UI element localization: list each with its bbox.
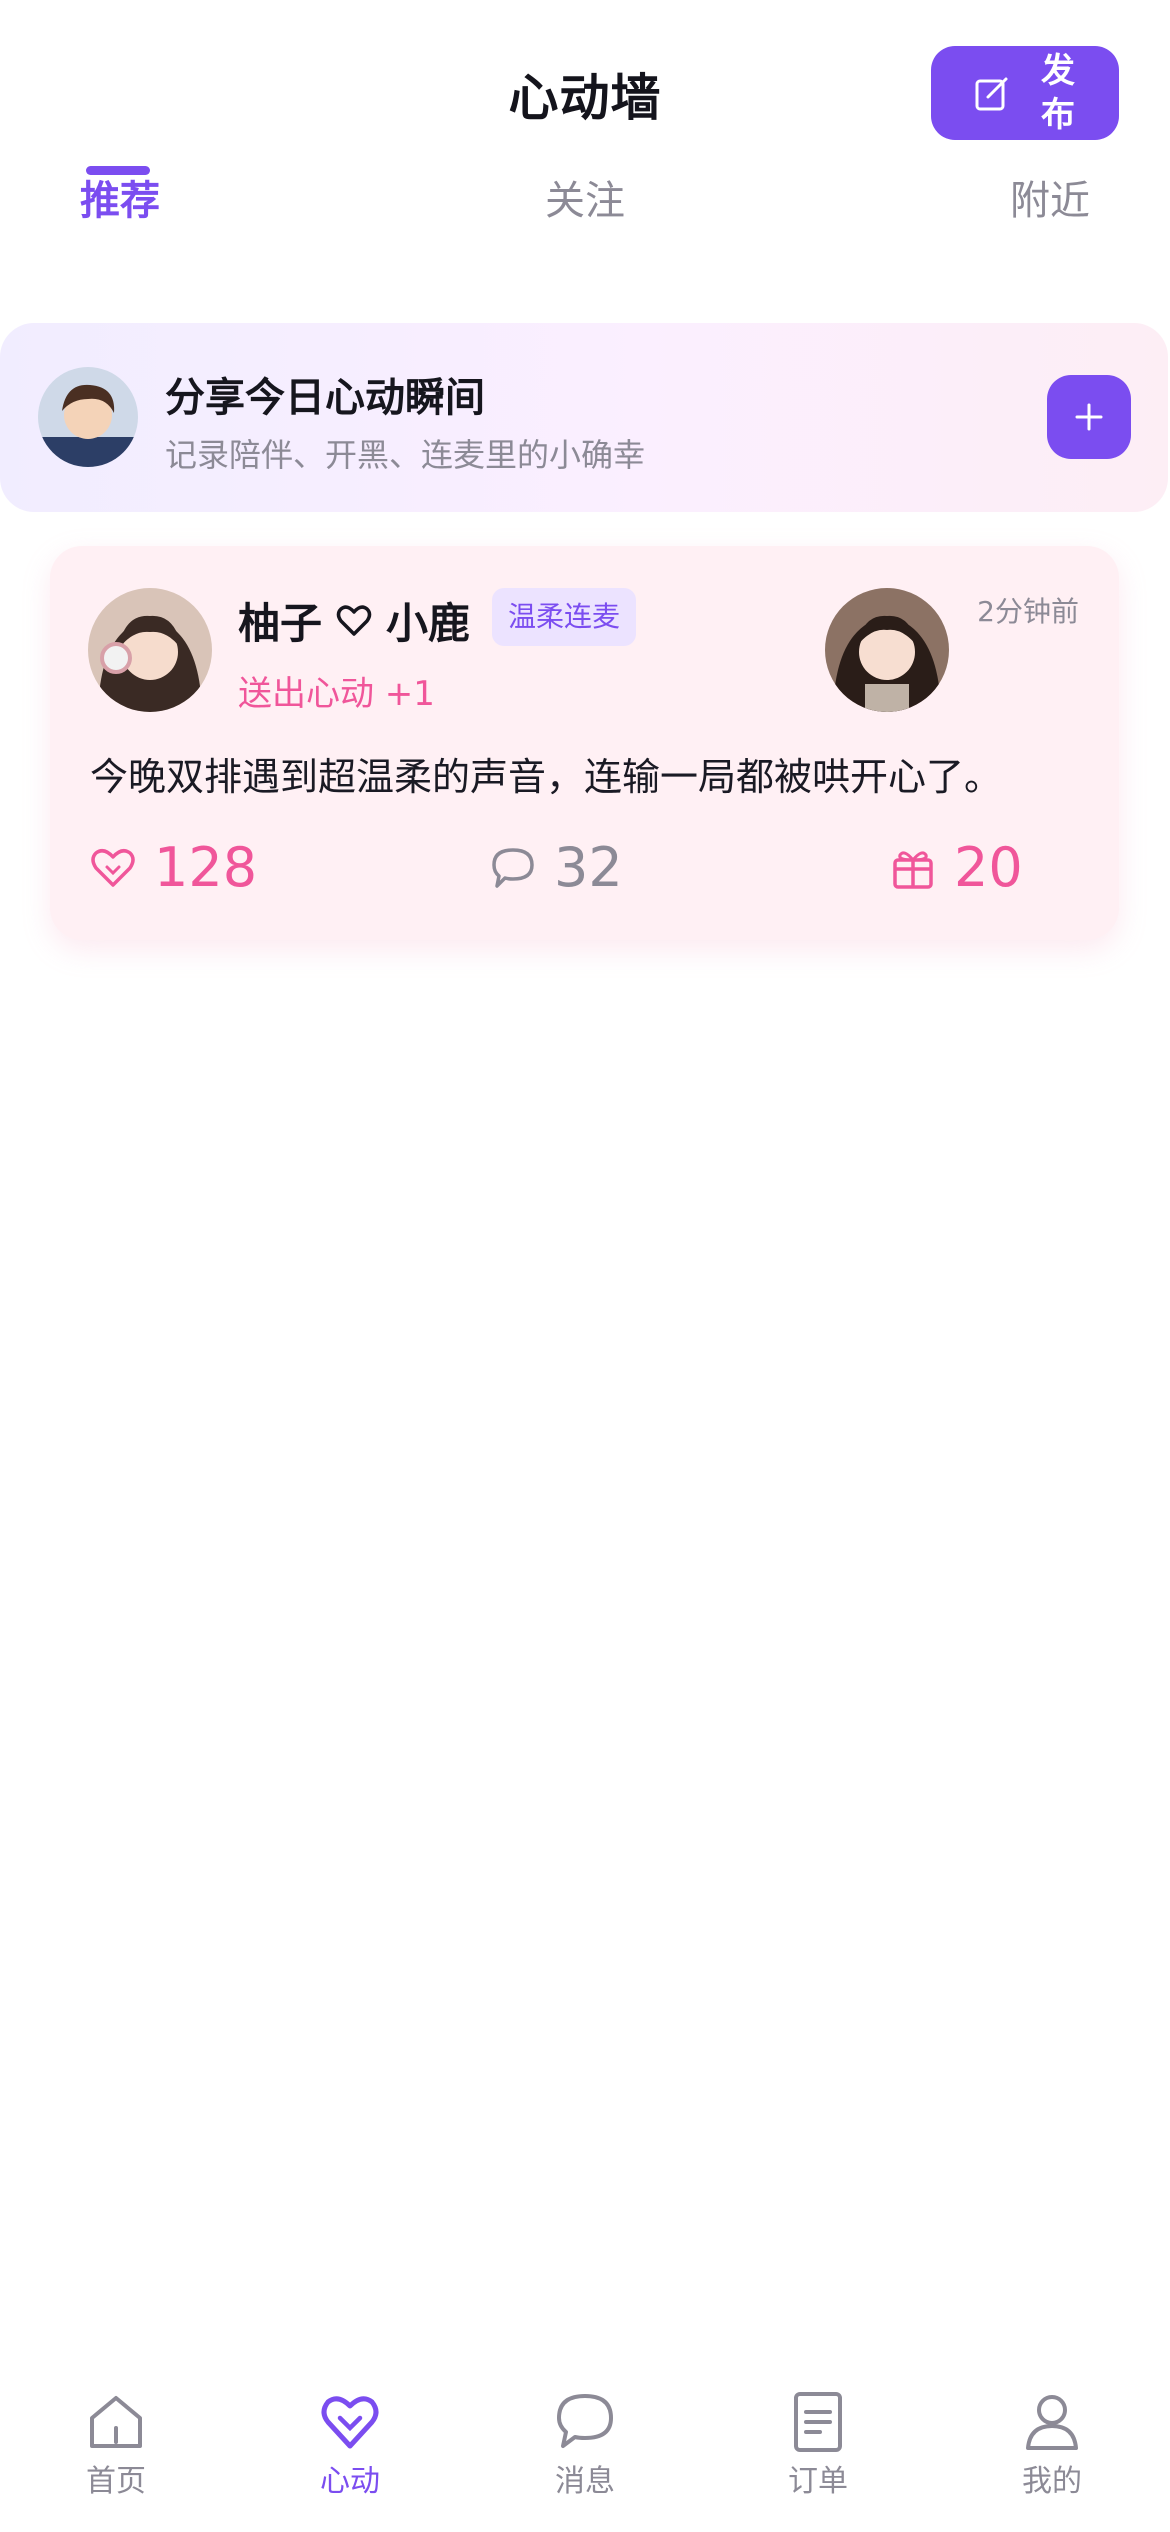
nav-home[interactable]: 首页 [46, 2390, 186, 2500]
like-button[interactable]: 128 [90, 836, 257, 899]
post-tag: 温柔连麦 [492, 588, 637, 646]
plus-icon [1075, 403, 1103, 431]
heart-outline-icon [336, 604, 372, 636]
gift-icon [893, 850, 933, 889]
post-time: 2分钟前 [977, 595, 1079, 628]
publish-button[interactable]: 发布 [931, 46, 1119, 140]
pair-names: 柚子 小鹿 [238, 590, 470, 651]
sent-heart-label: 送出心动 +1 [238, 674, 435, 714]
nav-heart[interactable]: 心动 [280, 2390, 420, 2500]
tab-following[interactable]: 关注 [545, 168, 625, 226]
comment-icon [492, 847, 534, 888]
avatar [38, 367, 138, 467]
nav-label: 订单 [788, 2464, 848, 2499]
gift-count: 20 [954, 836, 1023, 899]
like-count: 128 [154, 836, 258, 899]
nav-label: 我的 [1022, 2464, 1082, 2499]
tab-nearby[interactable]: 附近 [1010, 168, 1090, 226]
share-moment-banner[interactable]: 分享今日心动瞬间 记录陪伴、开黑、连麦里的小确幸 [0, 323, 1168, 512]
publish-label: 发布 [1041, 51, 1075, 135]
avatar[interactable] [88, 588, 212, 712]
home-icon [90, 2396, 142, 2448]
user-name-a: 柚子 [238, 599, 323, 648]
nav-label: 消息 [555, 2464, 615, 2499]
nav-profile[interactable]: 我的 [982, 2390, 1122, 2500]
avatar[interactable] [825, 588, 949, 712]
bottom-nav: 首页 心动 消息 订单 我的 [0, 2380, 1170, 2532]
post-card[interactable]: 柚子 小鹿 温柔连麦 2分钟前 送出心动 +1 今晚双排遇到超温柔的声音，连输一… [50, 546, 1119, 940]
comment-count: 32 [554, 836, 623, 899]
nav-messages[interactable]: 消息 [515, 2390, 655, 2500]
post-content: 今晚双排遇到超温柔的声音，连输一局都被哄开心了。 [90, 755, 1003, 799]
user-name-b: 小鹿 [386, 599, 471, 648]
heart-icon [91, 848, 135, 887]
nav-label: 首页 [86, 2464, 146, 2499]
banner-title: 分享今日心动瞬间 [165, 375, 485, 421]
banner-subtitle: 记录陪伴、开黑、连麦里的小确幸 [165, 436, 646, 474]
gift-button[interactable]: 20 [890, 836, 1023, 899]
add-moment-button[interactable] [1047, 375, 1131, 459]
heart-icon [321, 2396, 379, 2449]
message-icon [557, 2394, 613, 2448]
order-icon [794, 2392, 842, 2452]
nav-label: 心动 [320, 2464, 380, 2499]
nav-orders[interactable]: 订单 [748, 2390, 888, 2500]
profile-icon [1026, 2395, 1078, 2450]
edit-icon [975, 77, 1008, 111]
tab-recommend[interactable]: 推荐 [80, 168, 160, 226]
comment-button[interactable]: 32 [490, 836, 623, 899]
